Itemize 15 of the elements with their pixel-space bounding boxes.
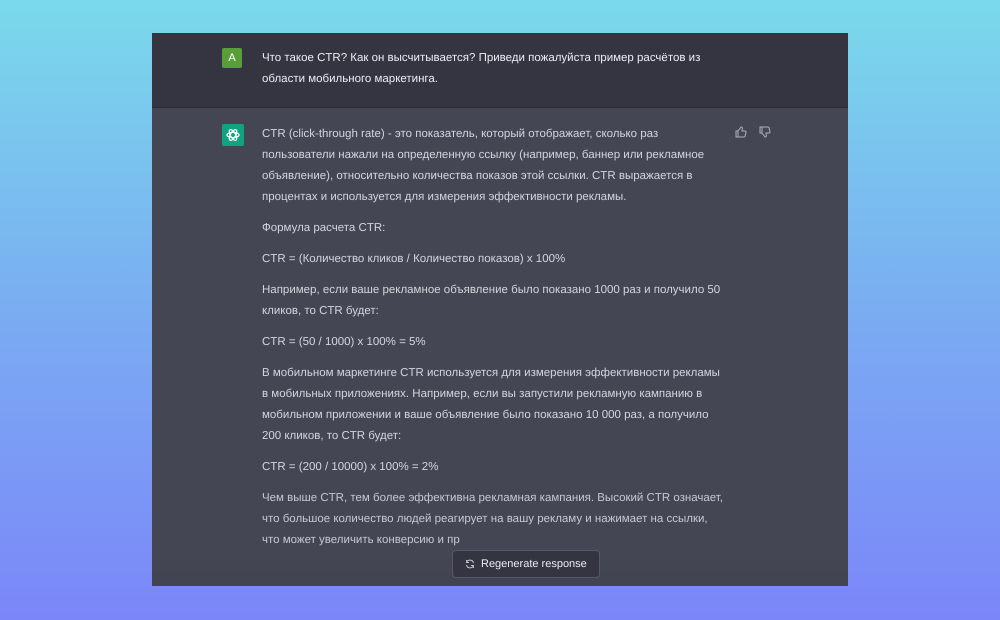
assistant-logo-icon: [222, 124, 244, 146]
thumbs-down-icon[interactable]: [759, 126, 771, 138]
thumbs-up-icon[interactable]: [735, 126, 747, 138]
response-paragraph: Например, если ваше рекламное объявление было показано 1000 раз и получило 50 кликов, то CTR будет:: [262, 283, 722, 319]
response-paragraph: CTR = (200 / 10000) x 100% = 2%: [262, 460, 440, 475]
response-paragraph: CTR = (Количество кликов / Количество показов) x 100%: [262, 252, 566, 267]
response-paragraph: CTR (click-through rate) - это показатель, который отображает, сколько раз пользователи нажали на определенную ссылку (например, баннер или рекламное объявление), относительно количества показов этой ссылки. CTR выражается в процентах и используется для измерения эффективности рекламы.: [262, 127, 706, 205]
response-paragraph: Чем выше CTR, тем более эффективна рекламная кампания. Высокий CTR означает, что большое количество людей реагирует на вашу рекламу и нажимает на ссылки, что может увеличить конверсию и пр: [262, 491, 724, 548]
response-paragraph: CTR = (50 / 1000) x 100% = 5%: [262, 335, 427, 350]
response-paragraph: В мобильном маркетинге CTR используется для измерения эффективности рекламы в мобильных приложениях. Например, если вы запустили рекламную кампанию в мобильном приложении и ваше объявление было показано 10 000 раз, а получило 200 кликов, то CTR будет:: [262, 366, 721, 444]
refresh-icon: [465, 559, 475, 569]
response-paragraph: Формула расчета CTR:: [262, 221, 386, 236]
user-avatar: A: [222, 48, 242, 68]
regenerate-response-button[interactable]: Regenerate response: [452, 550, 600, 578]
user-message: Что такое CTR? Как он высчитывается? Приведи пожалуйста пример расчётов из области мобильного маркетинга.: [262, 51, 702, 87]
